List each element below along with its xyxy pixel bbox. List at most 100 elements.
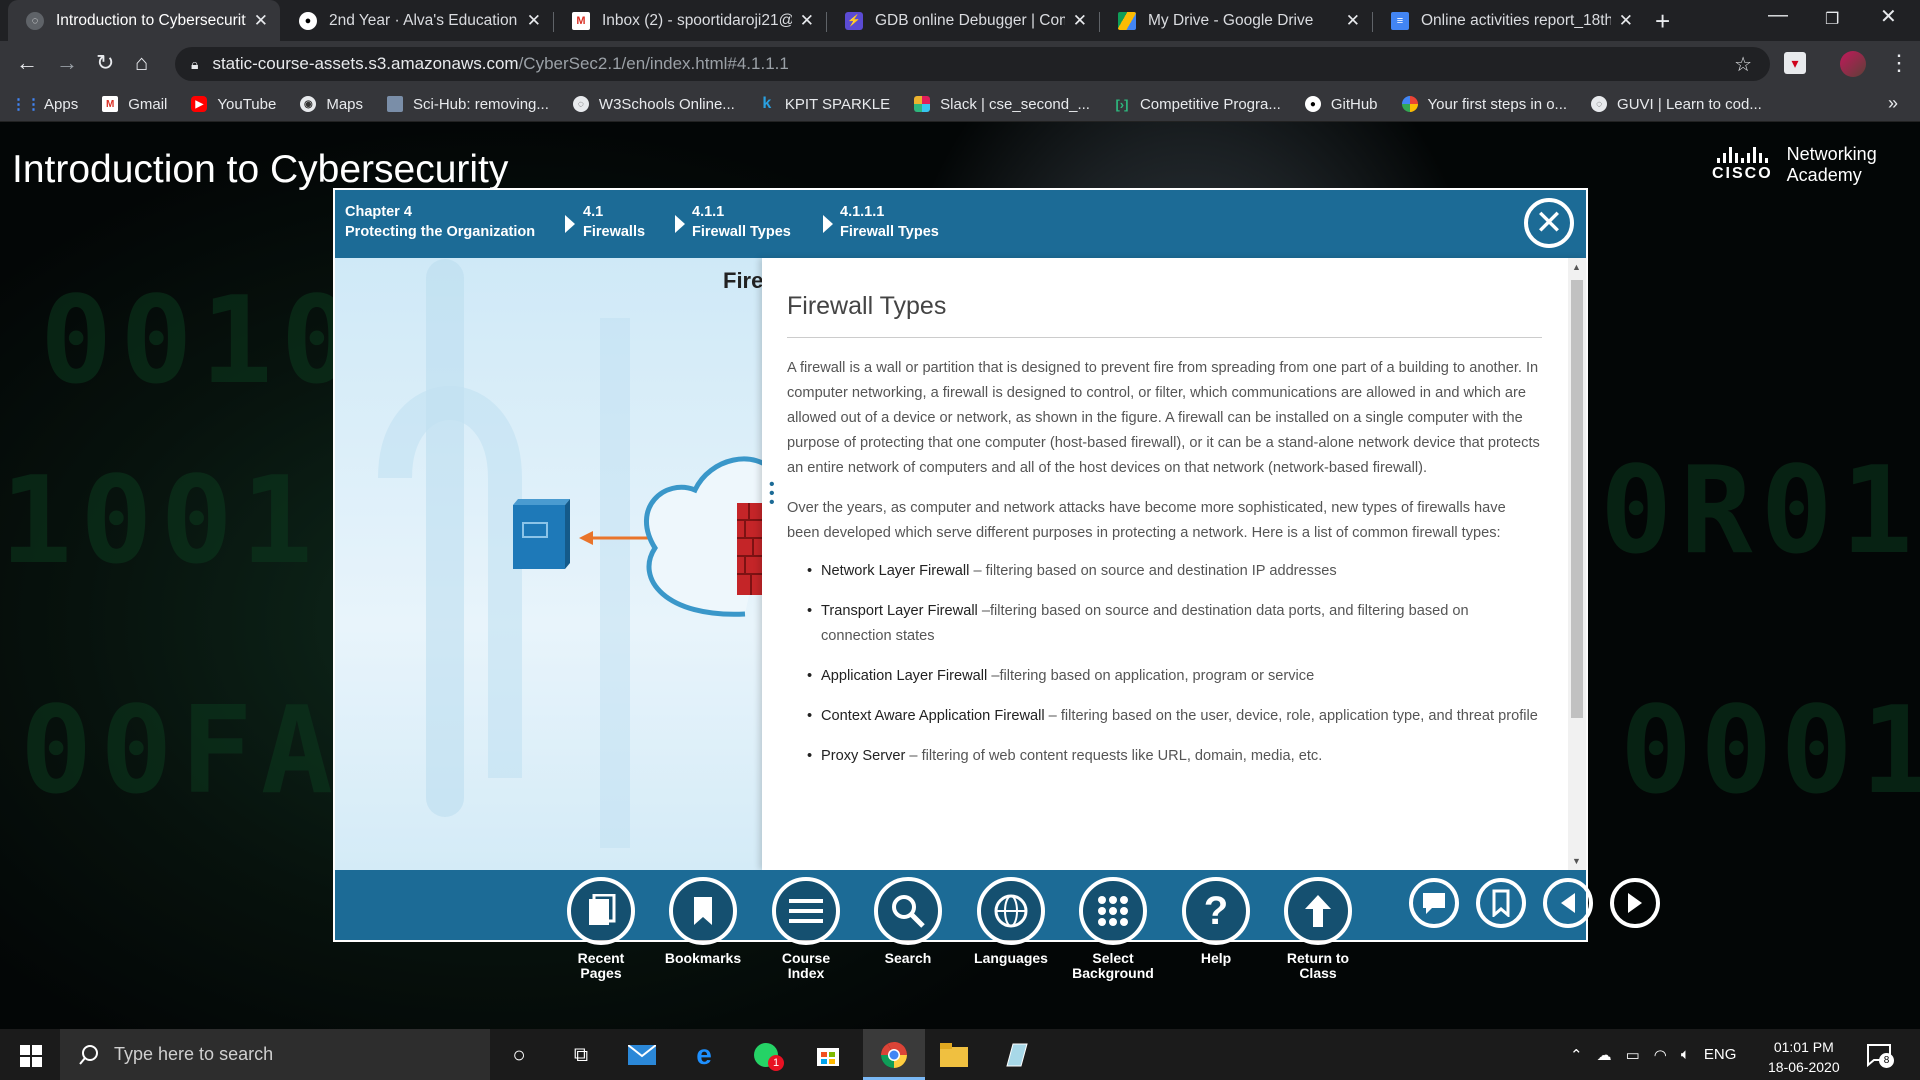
- close-tab-icon[interactable]: ✕: [527, 11, 541, 31]
- close-modal-button[interactable]: ✕: [1524, 198, 1574, 248]
- close-tab-icon[interactable]: ✕: [1619, 11, 1633, 31]
- figure-panel: Firewall: [335, 258, 762, 870]
- globe-icon: ◌: [26, 11, 44, 30]
- language-indicator[interactable]: ENG: [1704, 1046, 1737, 1063]
- content-panel[interactable]: Firewall Types A firewall is a wall or p…: [762, 258, 1586, 870]
- comment-button[interactable]: [1409, 878, 1459, 928]
- nav-languages[interactable]: Languages: [965, 877, 1057, 966]
- bookmark-star-icon[interactable]: ☆: [1734, 52, 1752, 77]
- back-icon[interactable]: ←: [16, 50, 38, 76]
- breadcrumb-number: Chapter 4: [345, 204, 412, 220]
- breadcrumb-number: 4.1: [583, 204, 604, 220]
- previous-page-button[interactable]: [1543, 878, 1593, 928]
- mail-icon[interactable]: [628, 1041, 656, 1069]
- pocket-extension-icon[interactable]: ▾: [1784, 52, 1806, 74]
- nav-recent-pages[interactable]: Recent Pages: [562, 877, 640, 981]
- bookmark-maps[interactable]: ◉ Maps: [300, 96, 363, 113]
- close-tab-icon[interactable]: ✕: [800, 11, 814, 31]
- clock[interactable]: 01:01 PM 18-06-2020: [1768, 1037, 1840, 1077]
- panel-resize-handle-icon[interactable]: • • •: [769, 477, 775, 511]
- nav-search[interactable]: Search: [869, 877, 947, 966]
- list-item-term: Context Aware Application Firewall: [821, 708, 1045, 724]
- tab-gmail[interactable]: M Inbox (2) - spoortidaroji21@ ✕: [554, 0, 826, 41]
- nav-label: Select Background: [1072, 950, 1154, 981]
- scrollbar-thumb[interactable]: [1571, 280, 1583, 718]
- bookmark-page-button[interactable]: [1476, 878, 1526, 928]
- window-close-icon[interactable]: ✕: [1880, 4, 1897, 29]
- more-bookmarks-icon[interactable]: »: [1888, 93, 1898, 114]
- nav-bookmarks[interactable]: Bookmarks: [660, 877, 746, 966]
- tab-google-drive[interactable]: My Drive - Google Drive ✕: [1100, 0, 1372, 41]
- types-paragraph: Over the years, as computer and network …: [787, 500, 1506, 541]
- breadcrumb-page[interactable]: 4.1.1.1 Firewall Types: [840, 202, 939, 242]
- tab-google-docs[interactable]: ≡ Online activities report_18th ✕: [1373, 0, 1645, 41]
- breadcrumb-number: 4.1.1: [692, 204, 725, 220]
- tab-introduction-to-cybersecurity[interactable]: ◌ Introduction to Cybersecurity ✕: [8, 0, 280, 41]
- bookmark-youtube[interactable]: ▶ YouTube: [191, 96, 276, 113]
- bookmark-gmail[interactable]: M Gmail: [102, 96, 167, 113]
- start-button[interactable]: [20, 1045, 42, 1072]
- bookmark-competitive-programming[interactable]: [›] Competitive Progra...: [1114, 96, 1280, 113]
- chrome-icon[interactable]: [880, 1041, 908, 1069]
- edge-icon[interactable]: e: [690, 1039, 718, 1070]
- previous-icon: [1561, 893, 1575, 913]
- address-bar[interactable]: 🔒︎ static-course-assets.s3.amazonaws.com…: [175, 47, 1770, 81]
- action-center-button[interactable]: 8: [1866, 1043, 1894, 1072]
- bookmark-guvi[interactable]: ◌ GUVI | Learn to cod...: [1591, 96, 1762, 113]
- breadcrumb-arrow-icon: [565, 215, 575, 233]
- bookmark-slack[interactable]: Slack | cse_second_...: [914, 96, 1090, 113]
- close-tab-icon[interactable]: ✕: [254, 11, 268, 31]
- nav-label: Return to Class: [1286, 950, 1350, 981]
- forward-icon[interactable]: →: [56, 50, 78, 76]
- volume-icon[interactable]: 🔈︎: [1681, 1046, 1690, 1063]
- content-scrollbar[interactable]: ▲ ▼: [1568, 258, 1586, 870]
- scroll-up-icon[interactable]: ▲: [1572, 262, 1581, 272]
- bookmark-scihub[interactable]: Sci-Hub: removing...: [387, 96, 549, 113]
- nav-select-background[interactable]: Select Background: [1065, 877, 1161, 981]
- profile-avatar[interactable]: [1840, 51, 1866, 77]
- nav-return-to-class[interactable]: Return to Class: [1278, 877, 1358, 981]
- cortana-icon[interactable]: ○: [505, 1041, 533, 1069]
- background-pattern: 0010: [40, 272, 361, 411]
- breadcrumb-chapter[interactable]: Chapter 4 Protecting the Organization: [345, 202, 535, 242]
- chrome-menu-icon[interactable]: ⋮: [1888, 50, 1910, 76]
- bookmark-first-steps[interactable]: Your first steps in o...: [1401, 96, 1567, 113]
- reload-icon[interactable]: ↻: [96, 50, 114, 76]
- breadcrumb-section[interactable]: 4.1 Firewalls: [583, 202, 645, 242]
- breadcrumb-topic[interactable]: 4.1.1 Firewall Types: [692, 202, 791, 242]
- store-icon[interactable]: [814, 1041, 842, 1069]
- bookmark-github[interactable]: ● GitHub: [1304, 96, 1378, 113]
- close-tab-icon[interactable]: ✕: [1073, 11, 1087, 31]
- bookmark-kpit[interactable]: k KPIT SPARKLE: [759, 95, 890, 113]
- minimize-icon[interactable]: —: [1768, 4, 1788, 27]
- firewall-types-list: Network Layer Firewall – filtering based…: [787, 559, 1542, 769]
- whatsapp-icon[interactable]: 1: [752, 1041, 784, 1071]
- snip-tool-icon[interactable]: [1002, 1041, 1030, 1069]
- task-view-icon[interactable]: ⧉: [567, 1041, 595, 1069]
- comment-icon: [1423, 893, 1445, 914]
- restore-icon[interactable]: ❐: [1825, 9, 1839, 29]
- list-item-description: – filtering based on source and destinat…: [969, 563, 1337, 579]
- battery-icon[interactable]: ▭: [1626, 1046, 1640, 1064]
- onedrive-icon[interactable]: ☁: [1597, 1046, 1612, 1064]
- tab-gdb[interactable]: ⚡ GDB online Debugger | Com ✕: [827, 0, 1099, 41]
- nav-course-index[interactable]: Course Index: [767, 877, 845, 981]
- breadcrumb-arrow-icon: [823, 215, 833, 233]
- list-item-term: Network Layer Firewall: [821, 563, 970, 579]
- docs-icon: ≡: [1391, 11, 1409, 30]
- bookmark-apps[interactable]: ⋮⋮ Apps: [11, 96, 78, 114]
- next-page-button[interactable]: [1610, 878, 1660, 928]
- file-explorer-icon[interactable]: [940, 1041, 968, 1069]
- nav-help[interactable]: ? Help: [1176, 877, 1256, 966]
- new-tab-button[interactable]: +: [1655, 6, 1670, 37]
- bookmark-w3schools[interactable]: ◌ W3Schools Online...: [572, 96, 735, 113]
- show-hidden-icons-icon[interactable]: ⌃: [1570, 1046, 1583, 1064]
- scroll-down-icon[interactable]: ▼: [1572, 856, 1581, 866]
- taskbar-search-box[interactable]: Type here to search: [60, 1029, 490, 1080]
- home-icon[interactable]: ⌂: [135, 50, 148, 76]
- wifi-icon[interactable]: ◠: [1654, 1046, 1667, 1064]
- background-pattern: 00FA: [20, 682, 341, 821]
- close-tab-icon[interactable]: ✕: [1346, 11, 1360, 31]
- tab-github[interactable]: ● 2nd Year · Alva's Education Fo ✕: [281, 0, 553, 41]
- breadcrumb-label: Firewalls: [583, 224, 646, 240]
